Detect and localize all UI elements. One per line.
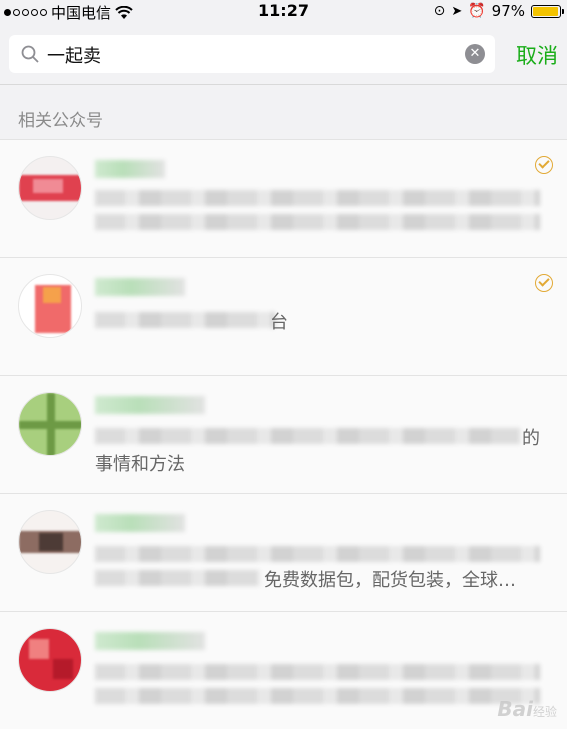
watermark-text: Bai: [497, 697, 533, 721]
avatar: [18, 156, 82, 220]
results-list: 台 的 事情和方法 免费数据包，配货包装，全球… Bai经验: [0, 140, 567, 729]
status-bar: 中国电信 11:27 ⊙ ➤ ⏰ 97%: [0, 0, 567, 22]
account-name-blurred: [95, 160, 165, 178]
verified-icon: [535, 274, 553, 292]
description-tail: 台: [270, 312, 288, 333]
account-name-blurred: [95, 396, 205, 414]
description-blurred: [95, 428, 520, 444]
status-right: ⊙ ➤ ⏰ 97%: [433, 2, 564, 20]
avatar: [18, 392, 82, 456]
avatar: [18, 274, 82, 338]
battery-icon: [531, 4, 564, 18]
description-blurred: [95, 312, 275, 328]
avatar: [18, 510, 82, 574]
search-icon: [21, 45, 39, 63]
location-icon: ➤: [451, 3, 463, 19]
rotation-lock-icon: ⊙: [433, 3, 446, 19]
account-name-blurred: [95, 514, 185, 532]
list-item[interactable]: 的 事情和方法: [0, 376, 567, 494]
search-input[interactable]: 一起卖 ✕: [9, 35, 495, 73]
battery-percent: 97%: [491, 2, 525, 20]
list-item[interactable]: [0, 140, 567, 258]
section-title: 相关公众号: [18, 111, 103, 131]
description-blurred: [95, 570, 260, 586]
description-blurred: [95, 546, 540, 562]
description-tail: 的: [522, 428, 540, 449]
header-divider: [0, 84, 567, 85]
search-query: 一起卖: [47, 46, 101, 67]
list-item[interactable]: 免费数据包，配货包装，全球…: [0, 494, 567, 612]
description-blurred: [95, 664, 540, 680]
clear-icon[interactable]: ✕: [465, 44, 485, 64]
search-header: 一起卖 ✕ 取消: [0, 27, 567, 83]
account-name-blurred: [95, 632, 205, 650]
watermark-suffix: 经验: [532, 705, 557, 719]
list-item[interactable]: Bai经验: [0, 612, 567, 729]
description-line-2: 事情和方法: [95, 454, 185, 475]
account-name-blurred: [95, 278, 185, 296]
description-blurred: [95, 214, 540, 230]
watermark-logo: Bai经验: [497, 697, 557, 721]
avatar: [18, 628, 82, 692]
cancel-button[interactable]: 取消: [516, 40, 558, 70]
description-blurred: [95, 190, 540, 206]
verified-icon: [535, 156, 553, 174]
description-tail: 免费数据包，配货包装，全球…: [264, 570, 516, 591]
alarm-icon: ⏰: [468, 3, 486, 19]
list-item[interactable]: 台: [0, 258, 567, 376]
description-blurred: [95, 688, 540, 704]
